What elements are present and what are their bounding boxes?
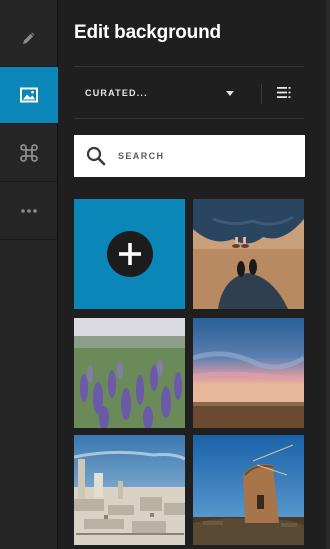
background-thumbnail-windmill[interactable] bbox=[193, 435, 304, 545]
divider bbox=[74, 66, 304, 67]
collection-dropdown[interactable]: CURATED... bbox=[74, 79, 244, 107]
edit-background-panel: Edit background CURATED... bbox=[59, 0, 330, 549]
background-thumbnail-lavender[interactable] bbox=[74, 318, 185, 428]
search-input[interactable] bbox=[118, 151, 288, 161]
command-icon bbox=[19, 143, 39, 163]
panel-scrollbar[interactable] bbox=[326, 0, 330, 549]
plus-icon bbox=[106, 231, 153, 277]
vertical-separator bbox=[261, 84, 262, 104]
sort-options-button[interactable] bbox=[273, 84, 295, 104]
background-thumbnail-feet[interactable] bbox=[193, 199, 304, 309]
left-toolbar bbox=[0, 0, 58, 549]
pencil-icon bbox=[21, 30, 37, 46]
shortcuts-tool-button[interactable] bbox=[0, 125, 58, 182]
background-thumbnail-sunset[interactable] bbox=[193, 318, 304, 428]
more-icon bbox=[20, 208, 38, 214]
dropdown-selected-label: CURATED... bbox=[85, 88, 148, 98]
background-tool-button[interactable] bbox=[0, 67, 58, 124]
search-box bbox=[74, 135, 305, 177]
background-thumbnail-city[interactable] bbox=[74, 435, 185, 545]
add-background-button[interactable] bbox=[74, 199, 185, 309]
search-icon bbox=[74, 146, 118, 166]
list-filter-icon bbox=[277, 85, 291, 103]
image-icon bbox=[20, 87, 38, 103]
chevron-down-icon bbox=[226, 91, 234, 96]
more-tool-button[interactable] bbox=[0, 183, 58, 240]
panel-title: Edit background bbox=[74, 22, 221, 43]
edit-tool-button[interactable] bbox=[0, 10, 58, 67]
divider bbox=[74, 118, 304, 119]
